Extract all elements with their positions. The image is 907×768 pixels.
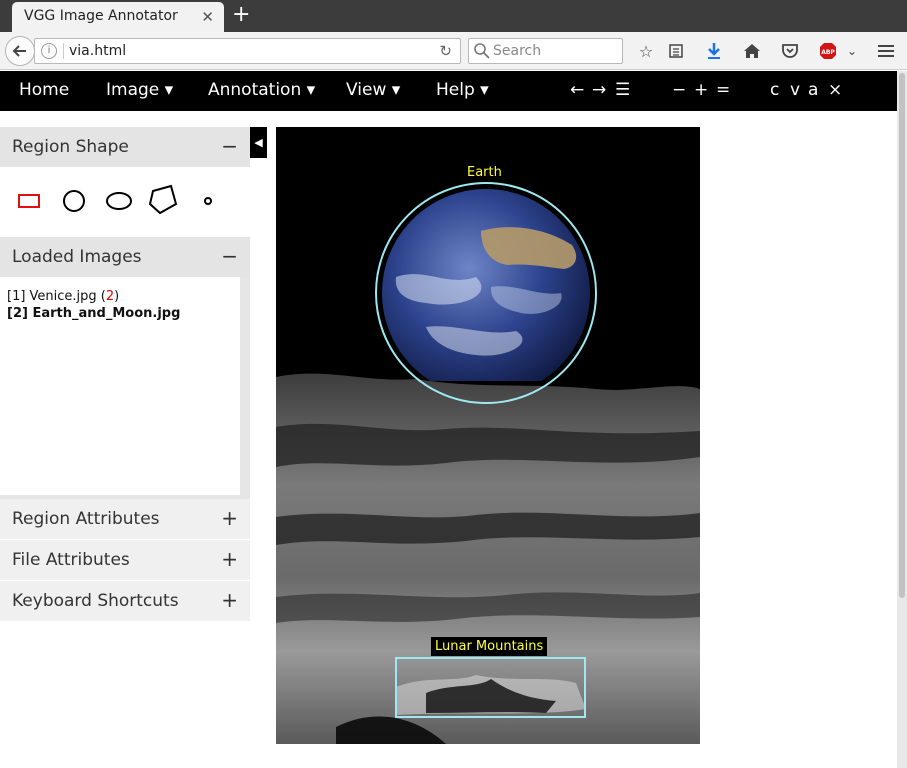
expand-icon[interactable]: + xyxy=(221,506,238,530)
close-tab-icon[interactable]: ✕ xyxy=(201,8,214,26)
url-text[interactable]: via.html xyxy=(69,43,126,59)
copy-region-button[interactable]: c xyxy=(770,80,779,100)
rectangle-shape-icon[interactable] xyxy=(12,184,46,218)
menu-home[interactable]: Home xyxy=(19,80,69,100)
tab-title: VGG Image Annotator xyxy=(24,8,178,24)
vertical-scrollbar[interactable] xyxy=(897,71,907,768)
collapse-icon[interactable]: − xyxy=(221,134,238,158)
region-label-lunar-mountains: Lunar Mountains xyxy=(431,637,548,656)
menu-image[interactable]: Image ▾ xyxy=(106,80,173,100)
url-separator xyxy=(63,43,64,59)
file-attributes-title: File Attributes xyxy=(12,550,130,570)
collapse-icon[interactable]: − xyxy=(221,244,238,268)
zoom-reset-icon[interactable]: = xyxy=(716,80,730,100)
select-all-regions-button[interactable]: a xyxy=(808,80,818,100)
circle-shape-icon[interactable] xyxy=(57,184,91,218)
polygon-shape-icon[interactable] xyxy=(147,184,181,218)
hamburger-menu-icon[interactable] xyxy=(876,41,896,61)
region-attributes-title: Region Attributes xyxy=(12,509,160,529)
region-count: 2 xyxy=(105,289,115,304)
info-icon[interactable]: i xyxy=(41,43,57,59)
moon-surface-image xyxy=(276,373,700,744)
toggle-left-panel-button[interactable]: ◀ xyxy=(250,127,267,158)
keyboard-shortcuts-header[interactable]: Keyboard Shortcuts + xyxy=(0,581,250,622)
image-list-item[interactable]: [1] Venice.jpg (2) xyxy=(7,289,119,304)
region-label-earth: Earth xyxy=(463,163,506,182)
search-bar[interactable]: Search xyxy=(468,38,623,64)
url-bar[interactable]: i via.html ↻ xyxy=(34,38,461,64)
download-icon[interactable] xyxy=(704,41,724,61)
pocket-icon[interactable] xyxy=(780,41,800,61)
region-attributes-header[interactable]: Region Attributes + xyxy=(0,499,250,540)
adblock-icon[interactable]: ABP xyxy=(818,41,838,61)
new-tab-icon[interactable]: + xyxy=(232,3,250,27)
back-arrow-icon xyxy=(12,45,26,57)
next-image-icon[interactable]: → xyxy=(592,80,606,100)
menu-annotation[interactable]: Annotation ▾ xyxy=(208,80,315,100)
image-list-item-label: [1] Venice.jpg ( xyxy=(7,289,106,304)
scrollbar-thumb[interactable] xyxy=(899,73,905,598)
loaded-images-title: Loaded Images xyxy=(12,247,142,267)
reader-list-icon[interactable] xyxy=(666,41,686,61)
zoom-out-icon[interactable]: − xyxy=(672,80,686,100)
search-icon xyxy=(474,43,490,59)
region-shape-header[interactable]: Region Shape − xyxy=(0,127,250,167)
ellipse-shape-icon[interactable] xyxy=(102,184,136,218)
search-placeholder: Search xyxy=(493,43,542,59)
bookmark-star-icon[interactable]: ☆ xyxy=(636,41,656,61)
region-shape-toolbar xyxy=(0,167,250,237)
delete-region-icon[interactable]: × xyxy=(828,80,842,100)
region-shape-title: Region Shape xyxy=(12,137,129,157)
browser-tab-strip: VGG Image Annotator ✕ + xyxy=(0,0,907,32)
prev-image-icon[interactable]: ← xyxy=(570,80,584,100)
reload-icon[interactable]: ↻ xyxy=(439,42,452,60)
svg-text:ABP: ABP xyxy=(821,49,835,56)
loaded-images-list: [1] Venice.jpg (2) [2] Earth_and_Moon.jp… xyxy=(0,277,250,499)
loaded-images-header[interactable]: Loaded Images − xyxy=(0,237,250,277)
app-menu-bar: Home Image ▾ Annotation ▾ View ▾ Help ▾ … xyxy=(0,71,897,111)
paste-region-button[interactable]: v xyxy=(790,80,800,100)
image-list-item-suffix: ) xyxy=(114,289,120,304)
menu-view[interactable]: View ▾ xyxy=(346,80,400,100)
expand-icon[interactable]: + xyxy=(221,547,238,571)
zoom-in-icon[interactable]: + xyxy=(694,80,708,100)
back-button[interactable] xyxy=(5,36,35,66)
home-icon[interactable] xyxy=(742,41,762,61)
menu-help[interactable]: Help ▾ xyxy=(436,80,489,100)
browser-navbar: i via.html ↻ Search ☆ ABP ⌄ xyxy=(0,32,907,70)
chevron-down-icon[interactable]: ⌄ xyxy=(842,41,862,61)
left-sidebar: Region Shape − Loaded Images − [1] Venic… xyxy=(0,127,250,622)
image-list-item-selected[interactable]: [2] Earth_and_Moon.jpg xyxy=(7,306,180,321)
point-shape-icon[interactable] xyxy=(191,184,225,218)
file-attributes-header[interactable]: File Attributes + xyxy=(0,540,250,581)
browser-tab[interactable]: VGG Image Annotator ✕ xyxy=(12,2,224,32)
image-list-icon[interactable]: ☰ xyxy=(615,80,630,100)
expand-icon[interactable]: + xyxy=(221,588,238,612)
keyboard-shortcuts-title: Keyboard Shortcuts xyxy=(12,591,179,611)
image-canvas[interactable]: Earth Lunar Mountains xyxy=(276,127,700,744)
